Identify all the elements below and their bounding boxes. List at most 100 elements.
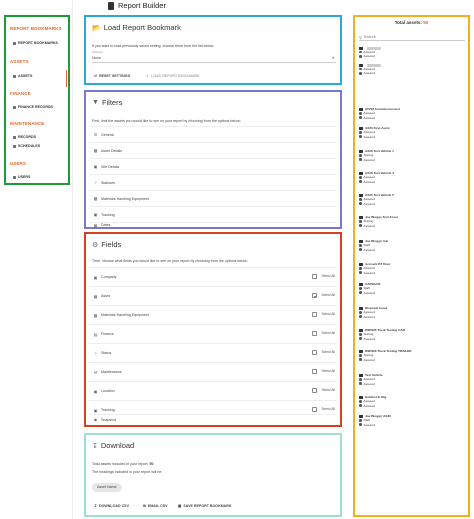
asset-list-item[interactable]: AX26 Test Vehicle 5 Assured Assured bbox=[359, 193, 463, 206]
asset-list-item[interactable]: Joe Bloggs Test Asset Testing Assured bbox=[359, 215, 463, 228]
sidebar-item-records[interactable]: RECORDS bbox=[13, 135, 36, 139]
vehicle-icon bbox=[359, 107, 363, 111]
chevron-down-icon: ▾ bbox=[332, 56, 334, 60]
upload-icon: ↥ bbox=[146, 74, 150, 78]
vehicle-icon bbox=[359, 149, 363, 153]
status-dot-icon bbox=[359, 311, 362, 314]
select-all-checkbox[interactable] bbox=[312, 293, 317, 298]
download-icon: ↧ bbox=[92, 442, 98, 450]
status-dot-icon bbox=[359, 180, 362, 183]
field-materials-handling[interactable]: ▩ Materials Handling Equipment Select All bbox=[89, 305, 337, 324]
records-icon bbox=[13, 135, 16, 139]
save-bookmark-button[interactable]: ▩ SAVE REPORT BOOKMARK bbox=[178, 504, 231, 508]
vehicle-icon bbox=[359, 126, 363, 130]
question-icon: ? bbox=[94, 180, 97, 185]
select-all-checkbox[interactable] bbox=[312, 312, 317, 317]
bookmark-intro: If you want to load previously saved set… bbox=[92, 44, 215, 48]
select-all-checkbox[interactable] bbox=[312, 331, 317, 336]
sidebar-item-users[interactable]: USERS bbox=[13, 175, 30, 179]
filter-asset-details[interactable]: ▩ Asset Details bbox=[89, 142, 337, 158]
divider bbox=[72, 0, 73, 519]
vehicle-icon bbox=[359, 306, 363, 310]
field-company[interactable]: ▣ Company Select All bbox=[89, 267, 337, 286]
site-icon: ▣ bbox=[93, 164, 98, 169]
forklift-icon: ▩ bbox=[93, 196, 98, 201]
filter-materials-handling[interactable]: ▩ Materials Handling Equipment bbox=[89, 190, 337, 206]
asset-list-item[interactable]: DSP900 Truck Testing CAR Testing Assured bbox=[359, 328, 463, 341]
asset-list-item[interactable]: Test Vehicle Assured Assured bbox=[359, 373, 463, 386]
asset-sub2: Assured bbox=[359, 248, 463, 252]
filter-dates[interactable]: ▦ Dates bbox=[89, 222, 337, 228]
car-icon: ▩ bbox=[93, 148, 98, 153]
asset-sub2: Assured bbox=[359, 71, 463, 75]
field-location[interactable]: ▣ Location Select All bbox=[89, 381, 337, 400]
field-snapshot[interactable]: ◉ Snapshot bbox=[89, 414, 337, 424]
camera-icon: ◉ bbox=[93, 417, 98, 422]
folder-icon: 📂 bbox=[92, 24, 101, 32]
status-dot-icon bbox=[359, 333, 362, 336]
filters-panel: ▼ Filters First, limit the assets you wou… bbox=[84, 90, 342, 229]
filter-site-details[interactable]: ▣ Site Details bbox=[89, 158, 337, 174]
asset-list-item[interactable]: AX26 Test Vehicle 4 Assured Assured bbox=[359, 171, 463, 184]
status-dot-icon bbox=[359, 131, 362, 134]
select-all-checkbox[interactable] bbox=[312, 388, 317, 393]
asset-search-input[interactable]: ⚲ Search bbox=[359, 34, 465, 41]
field-status[interactable]: ? Status Select All bbox=[89, 343, 337, 362]
select-all-checkbox[interactable] bbox=[312, 369, 317, 374]
select-all-checkbox[interactable] bbox=[312, 274, 317, 279]
filter-general[interactable]: ☰ General bbox=[89, 126, 337, 142]
bookmark-icon bbox=[13, 41, 16, 45]
vehicle-icon bbox=[359, 414, 363, 418]
status-dot-icon bbox=[359, 50, 362, 54]
download-csv-button[interactable]: ↧ DOWNLOAD CSV bbox=[94, 504, 129, 508]
sidebar-item-finance-records[interactable]: FINANCE RECORDS bbox=[13, 105, 53, 109]
asset-sub2: Assured bbox=[359, 291, 463, 295]
reset-settings-button[interactable]: ↺ RESET SETTINGS bbox=[94, 74, 130, 78]
select-all-checkbox[interactable] bbox=[312, 407, 317, 412]
sidebar-item-schedules[interactable]: SCHEDULES bbox=[13, 144, 40, 148]
vehicle-icon bbox=[359, 262, 363, 266]
asset-list-item[interactable]: Assured Assured bbox=[359, 47, 463, 59]
asset-list-item[interactable]: Assured Assured bbox=[359, 64, 463, 76]
asset-list-item[interactable]: AX20 First-Aurot Assured Assured bbox=[359, 126, 463, 139]
total-included: Total assets included in your report: 50 bbox=[92, 462, 154, 466]
car-icon: ▩ bbox=[93, 293, 98, 299]
asset-list-item[interactable]: Account BT Door Assured Assured bbox=[359, 262, 463, 275]
calendar-icon: ▦ bbox=[93, 222, 98, 228]
vehicle-icon bbox=[359, 328, 363, 332]
asset-list-item[interactable]: Joe Bloggs' Car Staff Assured bbox=[359, 239, 463, 252]
filter-statuses[interactable]: ? Statuses bbox=[89, 174, 337, 190]
sidebar: REPORT BOOKMARKS REPORT BOOKMARKS ASSETS… bbox=[4, 15, 70, 185]
asset-sub2: Assured bbox=[359, 116, 463, 120]
status-dot-icon bbox=[359, 158, 362, 161]
field-asset[interactable]: ▩ Asset Select All bbox=[89, 286, 337, 305]
settings-icon: ⚙ bbox=[92, 241, 99, 249]
status-dot-icon bbox=[359, 248, 362, 251]
settings-select[interactable]: None ▾ bbox=[92, 56, 336, 63]
status-dot-icon bbox=[359, 55, 362, 58]
email-csv-button[interactable]: ✉ EMAIL CSV bbox=[143, 504, 168, 508]
sidebar-item-report-bookmarks[interactable]: REPORT BOOKMARKS bbox=[13, 41, 58, 45]
select-all-checkbox[interactable] bbox=[312, 350, 317, 355]
sidebar-item-assets[interactable]: ASSETS bbox=[13, 74, 32, 78]
asset-list-item[interactable]: Joe Bloggs' AX26 Staff Assured bbox=[359, 414, 463, 427]
filter-tracking[interactable]: ▣ Tracking bbox=[89, 206, 337, 222]
asset-list-item[interactable]: CAR10245 Staff Assured bbox=[359, 282, 463, 295]
asset-list-item[interactable]: Disposal Asset Assured Assured bbox=[359, 306, 463, 319]
asset-list-item[interactable]: AT202 Commission test Assured Assured bbox=[359, 107, 463, 120]
asset-list-item[interactable]: AX26 Test Vehicle 1 Testing Assured bbox=[359, 149, 463, 162]
asset-sub2: Assured bbox=[359, 224, 463, 228]
asset-list-item[interactable]: DSP900 Truck Testing TRAILER Testing Assur… bbox=[359, 349, 463, 362]
finance-icon bbox=[13, 105, 16, 109]
vehicle-icon bbox=[359, 239, 363, 243]
field-finance[interactable]: ▤ Finance Select All bbox=[89, 324, 337, 343]
asset-sub2: Assured bbox=[359, 404, 463, 408]
asset-list-item[interactable]: Holden HL Rig Assured Assured bbox=[359, 395, 463, 408]
bookmark-title: 📂 Load Report Bookmark bbox=[92, 23, 181, 32]
report-builder-page: Report Builder REPORT BOOKMARKS REPORT B… bbox=[0, 0, 474, 519]
asset-sub2: Assured bbox=[359, 271, 463, 275]
field-maintenance[interactable]: ⚒ Maintenance Select All bbox=[89, 362, 337, 381]
settings-label: Settings bbox=[92, 50, 103, 54]
location-icon: ▣ bbox=[93, 388, 98, 394]
load-bookmark-button[interactable]: ↥ LOAD REPORT BOOKMARK bbox=[146, 74, 200, 78]
